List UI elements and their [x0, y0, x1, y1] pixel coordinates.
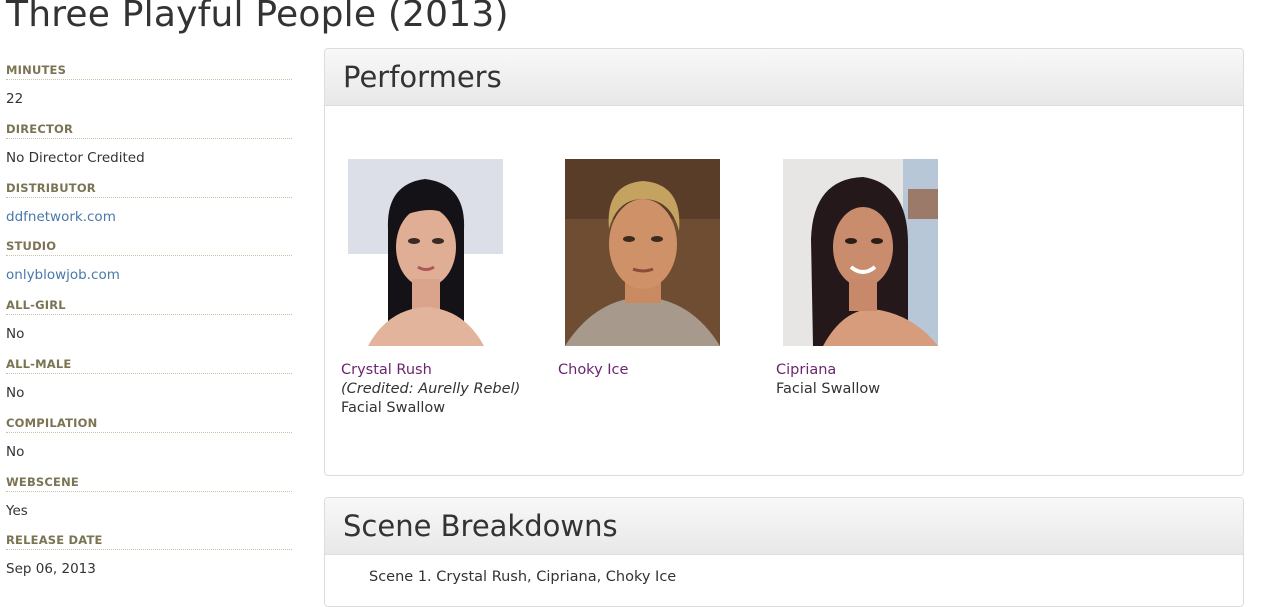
- detail-value: No: [6, 443, 25, 460]
- scene-breakdowns-panel: Scene Breakdowns Scene 1. Crystal Rush, …: [324, 497, 1244, 607]
- detail-value: Yes: [6, 502, 28, 519]
- detail-webscene: WEBSCENE Yes: [6, 475, 292, 534]
- performer-card: Cipriana Facial Swallow: [776, 159, 956, 397]
- detail-distributor: DISTRIBUTOR ddfnetwork.com: [6, 181, 292, 240]
- detail-value: Sep 06, 2013: [6, 561, 96, 578]
- performer-acts: Facial Swallow: [341, 400, 446, 416]
- detail-all-girl: ALL-GIRL No: [6, 298, 292, 357]
- scene-breakdowns-panel-header: Scene Breakdowns: [325, 498, 1243, 555]
- performer-name-link[interactable]: Choky Ice: [558, 362, 738, 378]
- detail-director: DIRECTOR No Director Credited: [6, 122, 292, 181]
- performer-photo[interactable]: [348, 159, 503, 346]
- detail-value: No: [6, 384, 25, 401]
- performer-card: Choky Ice: [558, 159, 738, 378]
- detail-minutes: MINUTES 22: [6, 63, 292, 122]
- detail-all-male: ALL-MALE No: [6, 357, 292, 416]
- detail-release-date: RELEASE DATE Sep 06, 2013: [6, 533, 292, 592]
- detail-value: No Director Credited: [6, 149, 145, 166]
- performer-photo[interactable]: [565, 159, 720, 346]
- performer-name-link[interactable]: Cipriana: [776, 362, 956, 378]
- detail-label: ALL-GIRL: [6, 298, 292, 316]
- performer-credit: (Credited: Aurelly Rebel): [341, 381, 521, 397]
- detail-label: WEBSCENE: [6, 475, 292, 492]
- detail-label: COMPILATION: [6, 416, 292, 433]
- performer-acts: Facial Swallow: [776, 381, 881, 397]
- page-title: Three Playful People (2013): [6, 0, 509, 35]
- performer-photo[interactable]: [783, 159, 938, 346]
- detail-compilation: COMPILATION No: [6, 416, 292, 475]
- performers-panel-header: Performers: [325, 49, 1243, 106]
- movie-details-sidebar: MINUTES 22 DIRECTOR No Director Credited…: [6, 63, 292, 592]
- detail-label: RELEASE DATE: [6, 533, 292, 551]
- scene-breakdowns-heading: Scene Breakdowns: [343, 509, 618, 543]
- performer-name-link[interactable]: Crystal Rush: [341, 362, 521, 378]
- distributor-link[interactable]: ddfnetwork.com: [6, 209, 292, 225]
- detail-label: MINUTES: [6, 63, 292, 80]
- detail-label: DISTRIBUTOR: [6, 181, 292, 198]
- performer-card: Crystal Rush (Credited: Aurelly Rebel) F…: [341, 159, 521, 416]
- performers-panel: Performers Crystal Rush (Credited: Aurel…: [324, 48, 1244, 476]
- detail-label: STUDIO: [6, 239, 292, 257]
- scene-item: Scene 1. Crystal Rush, Cipriana, Choky I…: [369, 569, 677, 585]
- performers-heading: Performers: [343, 60, 502, 94]
- detail-studio: STUDIO onlyblowjob.com: [6, 239, 292, 298]
- detail-label: DIRECTOR: [6, 122, 292, 139]
- detail-value: No: [6, 326, 25, 343]
- detail-value: 22: [6, 91, 24, 107]
- detail-label: ALL-MALE: [6, 357, 292, 374]
- studio-link[interactable]: onlyblowjob.com: [6, 267, 292, 283]
